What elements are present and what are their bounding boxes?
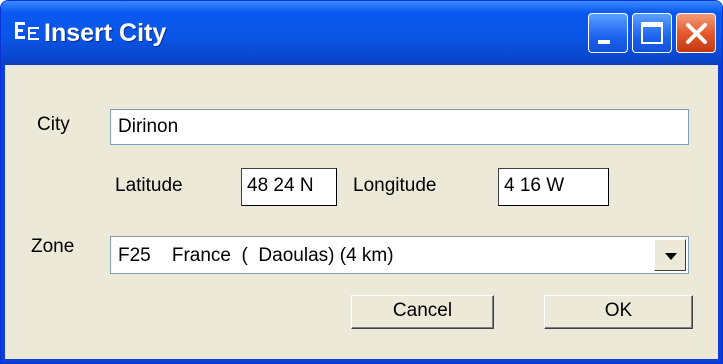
insert-city-dialog: Insert City City Dirinon Latitude 48 24 … [0,0,723,364]
longitude-input[interactable]: 4 16 W [498,168,609,206]
city-label: City [37,114,70,135]
maximize-icon [641,22,663,44]
window-title: Insert City [44,19,167,47]
longitude-label: Longitude [353,175,437,196]
dropdown-arrow-icon [665,253,677,260]
close-icon [686,23,707,44]
zone-label: Zone [31,236,75,257]
minimize-button[interactable] [588,13,628,53]
ok-button[interactable]: OK [544,295,693,329]
latitude-input[interactable]: 48 24 N [241,168,337,206]
close-button[interactable] [676,13,716,53]
zone-select[interactable]: F25 France ( Daoulas) (4 km) [110,236,689,274]
insert-city-app-icon [15,21,39,41]
city-input[interactable]: Dirinon [110,109,689,145]
zone-dropdown-button[interactable] [654,239,686,271]
zone-selected-value: F25 France ( Daoulas) (4 km) [118,245,394,266]
title-bar[interactable]: Insert City [1,1,722,65]
maximize-button[interactable] [632,13,672,53]
minimize-icon [598,40,610,44]
cancel-button[interactable]: Cancel [351,295,494,329]
latitude-label: Latitude [115,175,183,196]
